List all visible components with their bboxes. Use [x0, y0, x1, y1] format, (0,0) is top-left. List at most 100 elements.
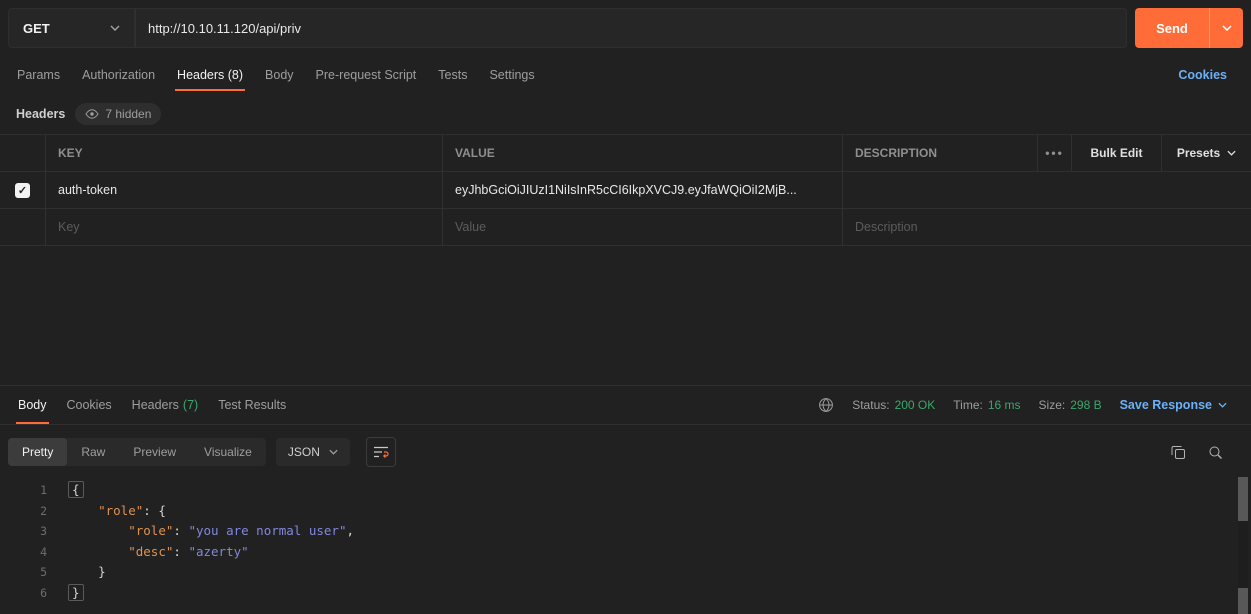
time-value: 16 ms — [988, 398, 1021, 412]
url-input[interactable] — [138, 21, 1124, 36]
view-tab-pretty[interactable]: Pretty — [8, 438, 67, 466]
response-tab-headers[interactable]: Headers (7) — [122, 386, 209, 424]
new-description-cell — [843, 209, 1251, 245]
headers-section-header: Headers 7 hidden — [0, 94, 1251, 134]
response-body-viewer: 1{2 "role": {3 "role": "you are normal u… — [0, 475, 1251, 614]
view-tab-raw[interactable]: Raw — [67, 438, 119, 466]
select-all-cell — [0, 135, 46, 171]
line-number: 1 — [0, 480, 47, 501]
row-checkbox[interactable]: ✓ — [15, 183, 30, 198]
header-key-cell[interactable]: auth-token — [46, 172, 443, 208]
eye-icon — [85, 109, 99, 119]
method-select[interactable]: GET — [8, 8, 135, 48]
send-button[interactable]: Send — [1135, 8, 1209, 48]
more-options-icon[interactable]: ••• — [1038, 135, 1072, 171]
url-input-container — [135, 8, 1127, 48]
response-tab-body[interactable]: Body — [8, 386, 57, 424]
line-number: 6 — [0, 583, 47, 604]
tab-pre-request-script[interactable]: Pre-request Script — [305, 56, 428, 94]
column-description: DESCRIPTION — [843, 135, 1038, 171]
status-badge: Status: 200 OK — [852, 398, 935, 412]
response-tabs: Body Cookies Headers (7) Test Results St… — [0, 386, 1251, 425]
chevron-down-icon — [1222, 25, 1232, 31]
empty-area — [0, 246, 1251, 385]
chevron-down-icon — [329, 449, 338, 455]
vertical-scrollbar[interactable] — [1238, 477, 1248, 614]
chevron-down-icon — [110, 25, 120, 31]
tab-headers[interactable]: Headers (8) — [166, 56, 254, 94]
status-label: Status: — [852, 398, 889, 412]
format-dropdown[interactable]: JSON — [276, 438, 350, 466]
size-value: 298 B — [1070, 398, 1101, 412]
line-number: 2 — [0, 501, 47, 522]
copy-icon[interactable] — [1171, 445, 1186, 460]
response-tab-label: Body — [18, 398, 47, 412]
table-row-new — [0, 209, 1251, 246]
send-options-button[interactable] — [1209, 8, 1243, 48]
table-header-row: KEY VALUE DESCRIPTION ••• Bulk Edit Pres… — [0, 135, 1251, 172]
presets-dropdown[interactable]: Presets — [1162, 135, 1251, 171]
bulk-edit-button[interactable]: Bulk Edit — [1072, 135, 1162, 171]
code-line: 5 } — [0, 562, 1251, 583]
new-value-input[interactable] — [455, 220, 830, 234]
new-key-input[interactable] — [58, 220, 430, 234]
code-line: 6} — [0, 583, 1251, 604]
response-headers-count: (7) — [183, 398, 198, 412]
header-value-cell[interactable]: eyJhbGciOiJIUzI1NiIsInR5cCI6IkpXVCJ9.eyJ… — [443, 172, 843, 208]
hidden-headers-toggle[interactable]: 7 hidden — [75, 103, 161, 125]
save-response-button[interactable]: Save Response — [1120, 398, 1227, 412]
new-value-cell — [443, 209, 843, 245]
code-line: 1{ — [0, 480, 1251, 501]
search-icon[interactable] — [1208, 445, 1223, 460]
request-tabs: Params Authorization Headers (8) Body Pr… — [0, 56, 1251, 94]
column-value: VALUE — [443, 135, 843, 171]
size-badge: Size: 298 B — [1039, 398, 1102, 412]
new-description-input[interactable] — [855, 220, 1239, 234]
scrollbar-thumb[interactable] — [1238, 477, 1248, 521]
response-tab-label: Test Results — [218, 398, 286, 412]
tab-body[interactable]: Body — [254, 56, 305, 94]
response-pane: Body Cookies Headers (7) Test Results St… — [0, 385, 1251, 614]
size-label: Size: — [1039, 398, 1066, 412]
tab-settings[interactable]: Settings — [478, 56, 545, 94]
chevron-down-icon — [1218, 402, 1227, 408]
tab-params[interactable]: Params — [6, 56, 71, 94]
save-response-label: Save Response — [1120, 398, 1212, 412]
view-tab-visualize[interactable]: Visualize — [190, 438, 266, 466]
presets-label: Presets — [1177, 146, 1220, 160]
tab-tests[interactable]: Tests — [427, 56, 478, 94]
globe-icon[interactable] — [818, 397, 834, 413]
response-tab-label: Headers — [132, 398, 179, 412]
method-label: GET — [23, 21, 50, 36]
hidden-headers-label: 7 hidden — [105, 107, 151, 121]
headers-table: KEY VALUE DESCRIPTION ••• Bulk Edit Pres… — [0, 134, 1251, 246]
code-line: 4 "desc": "azerty" — [0, 542, 1251, 563]
time-badge: Time: 16 ms — [953, 398, 1020, 412]
request-url-bar: GET Send — [0, 0, 1251, 56]
cookies-link[interactable]: Cookies — [1178, 68, 1227, 82]
tab-authorization[interactable]: Authorization — [71, 56, 166, 94]
response-tab-cookies[interactable]: Cookies — [57, 386, 122, 424]
code-block: 1{2 "role": {3 "role": "you are normal u… — [0, 480, 1251, 603]
new-key-cell — [46, 209, 443, 245]
scrollbar-thumb-bottom[interactable] — [1238, 588, 1248, 614]
postman-window: GET Send Params Authorization Headers (8… — [0, 0, 1251, 614]
format-label: JSON — [288, 445, 320, 459]
view-tab-preview[interactable]: Preview — [119, 438, 190, 466]
view-mode-segment: Pretty Raw Preview Visualize — [8, 438, 266, 466]
chevron-down-icon — [1227, 150, 1236, 156]
header-description-cell[interactable] — [843, 172, 1251, 208]
send-split-button: Send — [1135, 8, 1243, 48]
line-number: 5 — [0, 562, 47, 583]
time-label: Time: — [953, 398, 983, 412]
wrap-text-icon — [373, 445, 389, 459]
table-row: ✓ auth-token eyJhbGciOiJIUzI1NiIsInR5cCI… — [0, 172, 1251, 209]
line-number: 3 — [0, 521, 47, 542]
line-number: 4 — [0, 542, 47, 563]
row-checkbox-cell: ✓ — [0, 172, 46, 208]
row-checkbox-cell — [0, 209, 46, 245]
wrap-text-button[interactable] — [366, 437, 396, 467]
status-value: 200 OK — [895, 398, 936, 412]
response-tab-test-results[interactable]: Test Results — [208, 386, 296, 424]
response-view-toolbar: Pretty Raw Preview Visualize JSON — [0, 425, 1251, 475]
